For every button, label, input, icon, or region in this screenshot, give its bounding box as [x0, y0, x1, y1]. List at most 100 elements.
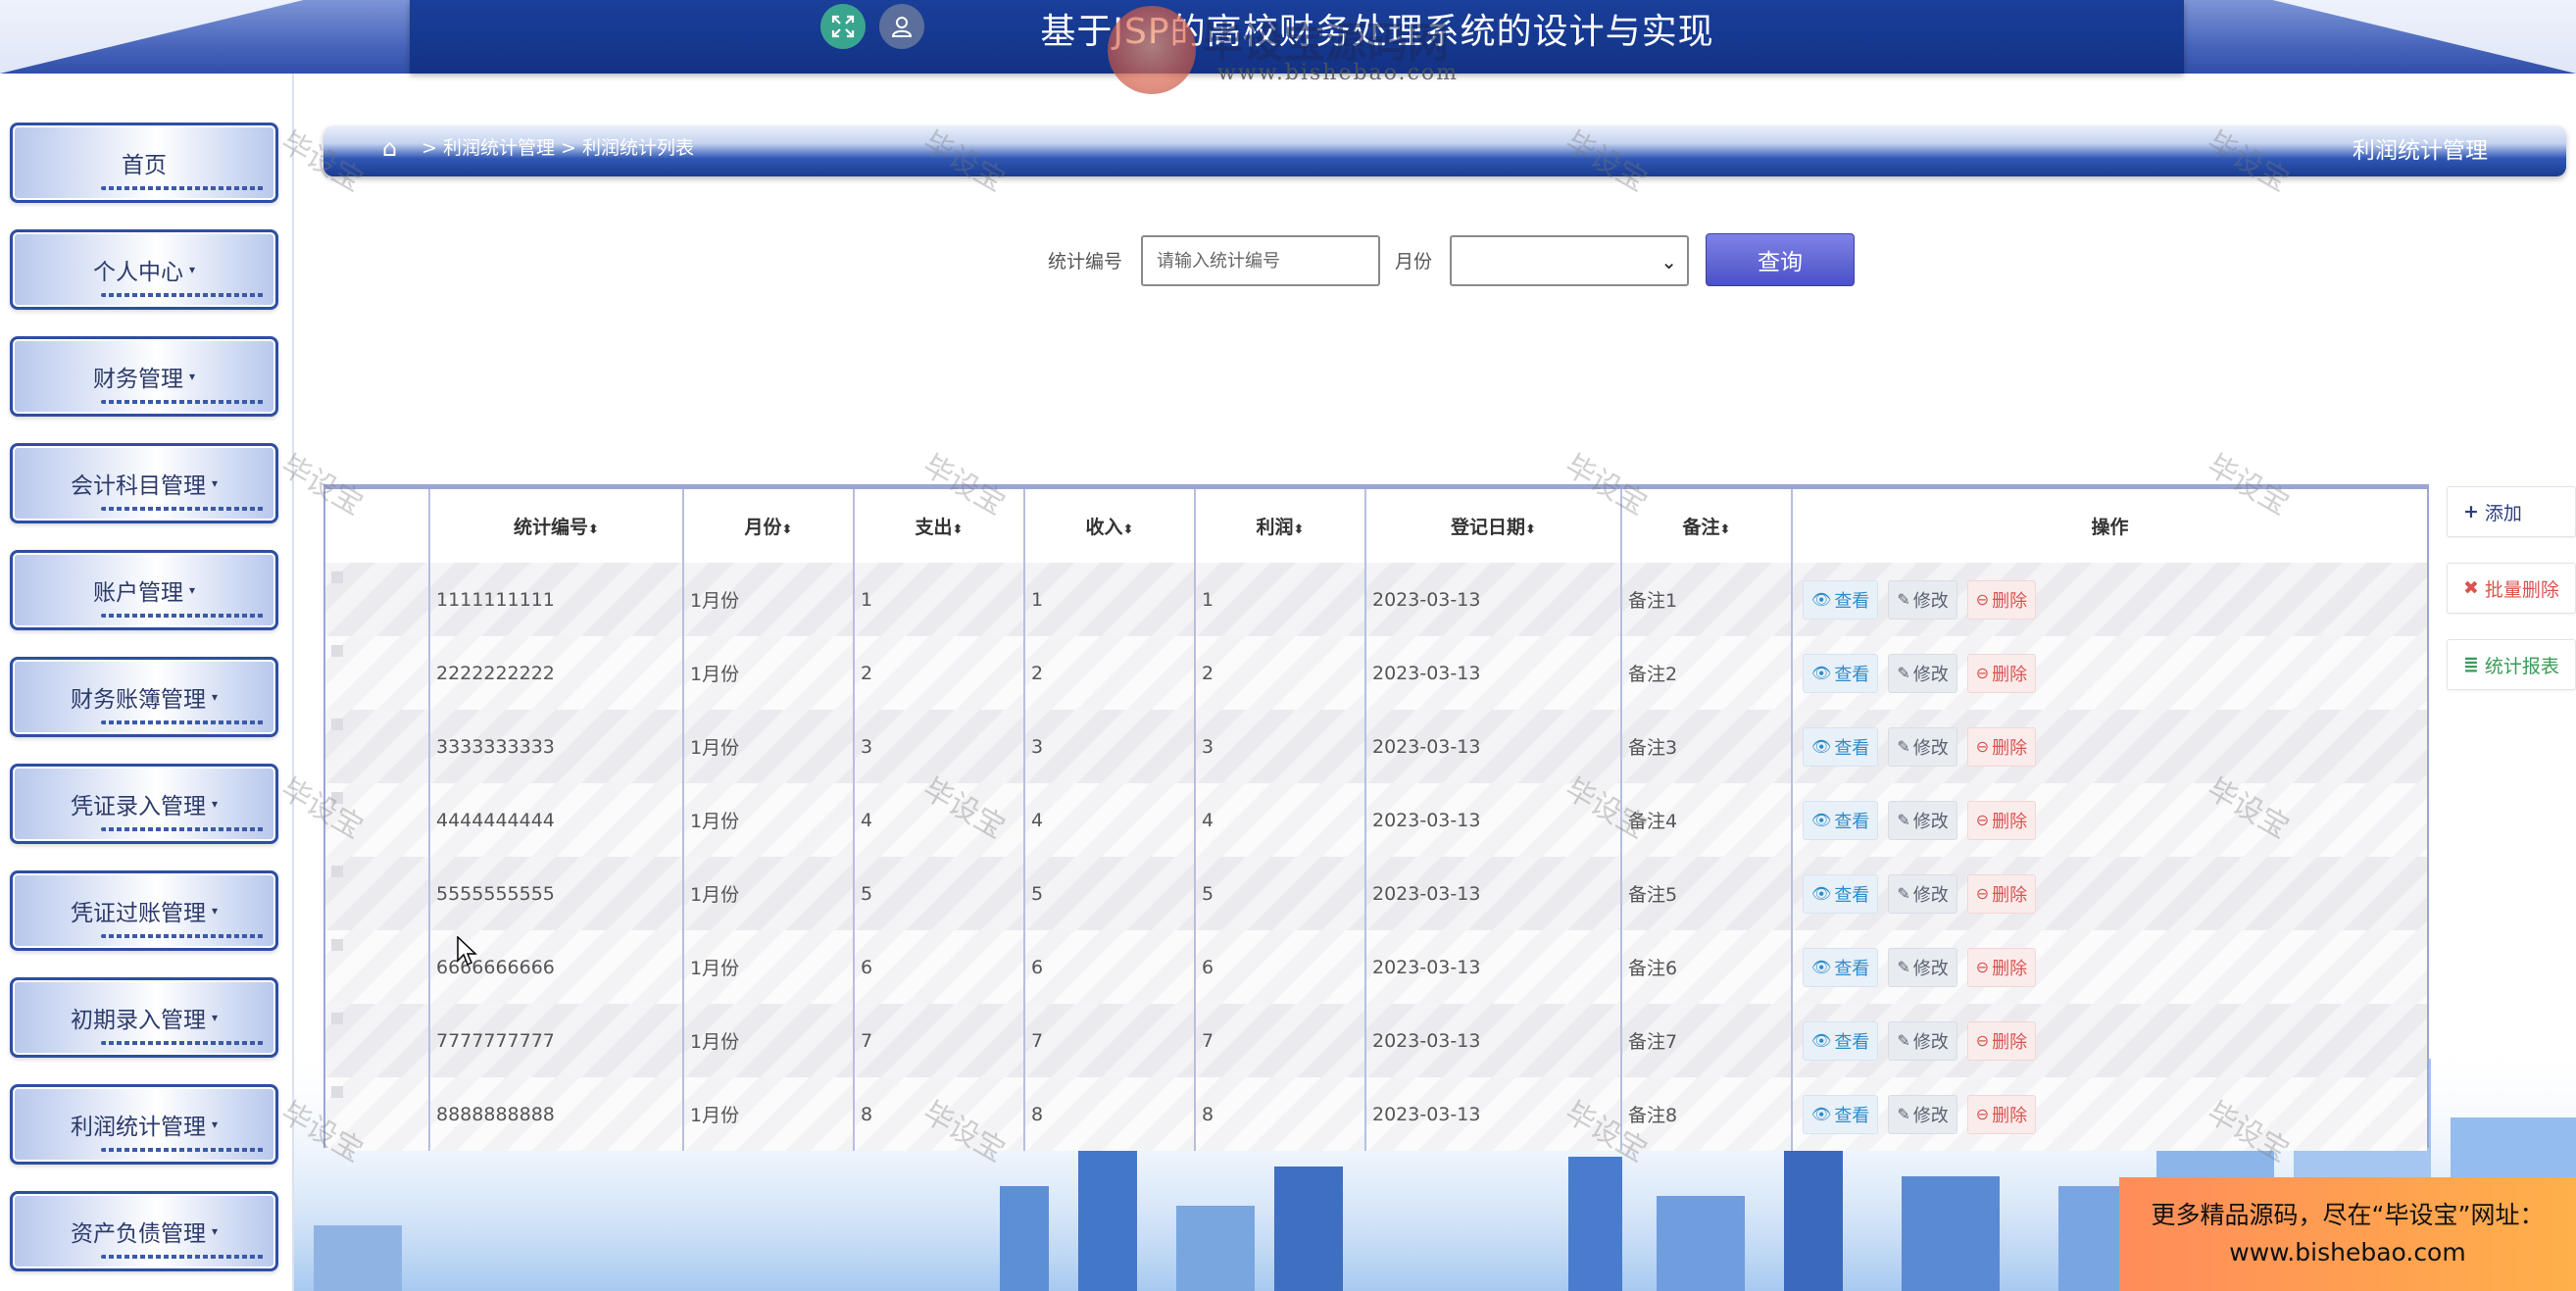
- edit-button[interactable]: ✎ 修改: [1888, 579, 1957, 620]
- row-checkbox[interactable]: [331, 1085, 343, 1098]
- cell-select[interactable]: [325, 857, 430, 930]
- column-header-select: [325, 489, 430, 563]
- sidebar-item-accounting-subjects[interactable]: 会计科目管理 ▾: [10, 443, 278, 523]
- table-row: 6666666666 1月份 6 6 6 2023-03-13 备注6 👁 查看 ✎ 修改 ⊖ 删除: [325, 930, 2427, 1004]
- sidebar-item-personal-center[interactable]: 个人中心 ▾: [10, 229, 278, 310]
- delete-button[interactable]: ⊖ 删除: [1966, 947, 2037, 987]
- pencil-icon: ✎: [1897, 811, 1910, 829]
- eye-icon: 👁: [1811, 737, 1832, 756]
- row-checkbox[interactable]: [331, 938, 343, 951]
- delete-button[interactable]: ⊖ 删除: [1966, 653, 2037, 693]
- column-header-note[interactable]: 备注⬍: [1621, 489, 1793, 563]
- delete-button-label: 删除: [1992, 590, 2028, 612]
- table-row: 2222222222 1月份 2 2 2 2023-03-13 备注2 👁 查看 ✎ 修改 ⊖ 删除: [325, 636, 2427, 710]
- eye-icon: 👁: [1811, 664, 1832, 682]
- column-header-expense[interactable]: 支出⬍: [854, 489, 1025, 563]
- delete-button[interactable]: ⊖ 删除: [1966, 800, 2037, 840]
- row-checkbox[interactable]: [331, 791, 343, 804]
- cell-select[interactable]: [325, 930, 430, 1004]
- cell-code: 7777777777: [429, 1004, 684, 1077]
- cell-select[interactable]: [325, 710, 430, 783]
- sidebar-item-ledgers[interactable]: 财务账簿管理 ▾: [10, 657, 278, 737]
- minus-circle-icon: ⊖: [1975, 664, 1990, 682]
- cell-profit: 5: [1195, 857, 1366, 930]
- sidebar-item-label: 首页: [122, 153, 167, 178]
- sidebar-item-home[interactable]: 首页: [10, 123, 278, 203]
- cell-date: 2023-03-13: [1365, 636, 1622, 710]
- delete-button[interactable]: ⊖ 删除: [1966, 726, 2037, 767]
- code-label: 统计编号: [1048, 251, 1123, 273]
- cell-select[interactable]: [325, 1004, 430, 1077]
- edit-button[interactable]: ✎ 修改: [1888, 873, 1957, 914]
- sidebar-item-accounts[interactable]: 账户管理 ▾: [10, 550, 278, 630]
- cell-code: 5555555555: [429, 857, 684, 930]
- promo-banner[interactable]: 更多精品源码，尽在“毕设宝”网址： www.bishebao.com: [2119, 1177, 2576, 1291]
- column-header-code[interactable]: 统计编号⬍: [429, 489, 684, 563]
- sidebar-item-balance-sheet[interactable]: 资产负债管理 ▾: [10, 1191, 278, 1271]
- edit-button[interactable]: ✎ 修改: [1888, 1094, 1957, 1134]
- report-button[interactable]: ≣ 统计报表: [2447, 639, 2576, 690]
- view-button[interactable]: 👁 查看: [1803, 1020, 1879, 1061]
- delete-button[interactable]: ⊖ 删除: [1966, 1094, 2037, 1134]
- edit-button[interactable]: ✎ 修改: [1888, 800, 1957, 840]
- cell-income: 8: [1024, 1077, 1196, 1151]
- home-icon[interactable]: ⌂: [382, 135, 412, 161]
- edit-button[interactable]: ✎ 修改: [1888, 1020, 1957, 1061]
- sidebar-item-initial-entry[interactable]: 初期录入管理 ▾: [10, 977, 278, 1058]
- cell-select[interactable]: [325, 636, 430, 710]
- row-checkbox[interactable]: [331, 1012, 343, 1024]
- row-checkbox[interactable]: [331, 718, 343, 730]
- chevron-down-icon: ▾: [211, 1224, 219, 1238]
- sidebar-item-finance[interactable]: 财务管理 ▾: [10, 336, 278, 417]
- cell-expense: 2: [854, 636, 1025, 710]
- cell-month: 1月份: [683, 636, 855, 710]
- delete-button[interactable]: ⊖ 删除: [1966, 1020, 2037, 1061]
- add-button[interactable]: + 添加: [2447, 486, 2576, 537]
- cell-profit: 3: [1195, 710, 1366, 783]
- view-button[interactable]: 👁 查看: [1803, 579, 1879, 620]
- column-header-month[interactable]: 月份⬍: [683, 489, 855, 563]
- cell-month: 1月份: [683, 857, 855, 930]
- view-button[interactable]: 👁 查看: [1803, 726, 1879, 767]
- row-checkbox[interactable]: [331, 644, 343, 657]
- view-button[interactable]: 👁 查看: [1803, 653, 1879, 693]
- cell-select[interactable]: [325, 1077, 430, 1151]
- view-button[interactable]: 👁 查看: [1803, 873, 1879, 914]
- delete-button[interactable]: ⊖ 删除: [1966, 579, 2037, 620]
- eye-icon: 👁: [1811, 811, 1832, 829]
- view-button[interactable]: 👁 查看: [1803, 800, 1879, 840]
- sidebar-item-profit-stats[interactable]: 利润统计管理 ▾: [10, 1084, 278, 1165]
- cell-note: 备注4: [1621, 783, 1793, 857]
- user-button[interactable]: [879, 4, 924, 49]
- column-header-profit[interactable]: 利润⬍: [1195, 489, 1366, 563]
- table-row: 3333333333 1月份 3 3 3 2023-03-13 备注3 👁 查看 ✎ 修改 ⊖ 删除: [325, 710, 2427, 783]
- view-button[interactable]: 👁 查看: [1803, 947, 1879, 987]
- sidebar-item-voucher-entry[interactable]: 凭证录入管理 ▾: [10, 764, 278, 844]
- cell-select[interactable]: [325, 563, 430, 636]
- cell-date: 2023-03-13: [1365, 1077, 1622, 1151]
- table-row: 7777777777 1月份 7 7 7 2023-03-13 备注7 👁 查看 ✎ 修改 ⊖ 删除: [325, 1004, 2427, 1077]
- month-select[interactable]: ⌄: [1450, 235, 1689, 286]
- cell-select[interactable]: [325, 783, 430, 857]
- edit-button[interactable]: ✎ 修改: [1888, 947, 1957, 987]
- minus-circle-icon: ⊖: [1975, 1105, 1990, 1123]
- edit-button[interactable]: ✎ 修改: [1888, 726, 1957, 767]
- sidebar-item-voucher-posting[interactable]: 凭证过账管理 ▾: [10, 870, 278, 951]
- row-checkbox[interactable]: [331, 571, 343, 583]
- column-header-income[interactable]: 收入⬍: [1024, 489, 1196, 563]
- cell-note: 备注7: [1621, 1004, 1793, 1077]
- cell-expense: 3: [854, 710, 1025, 783]
- search-button[interactable]: 查询: [1706, 233, 1855, 286]
- fullscreen-button[interactable]: [820, 4, 866, 49]
- cell-profit: 6: [1195, 930, 1366, 1004]
- code-search-input[interactable]: [1141, 235, 1380, 286]
- row-checkbox[interactable]: [331, 865, 343, 877]
- sort-icon: ⬍: [588, 522, 599, 537]
- delete-button-label: 删除: [1992, 884, 2028, 906]
- view-button[interactable]: 👁 查看: [1803, 1094, 1879, 1134]
- delete-button[interactable]: ⊖ 删除: [1966, 873, 2037, 914]
- edit-button-label: 修改: [1912, 884, 1949, 906]
- batch-delete-button[interactable]: ✖ 批量删除: [2447, 563, 2576, 614]
- column-header-date[interactable]: 登记日期⬍: [1365, 489, 1622, 563]
- edit-button[interactable]: ✎ 修改: [1888, 653, 1957, 693]
